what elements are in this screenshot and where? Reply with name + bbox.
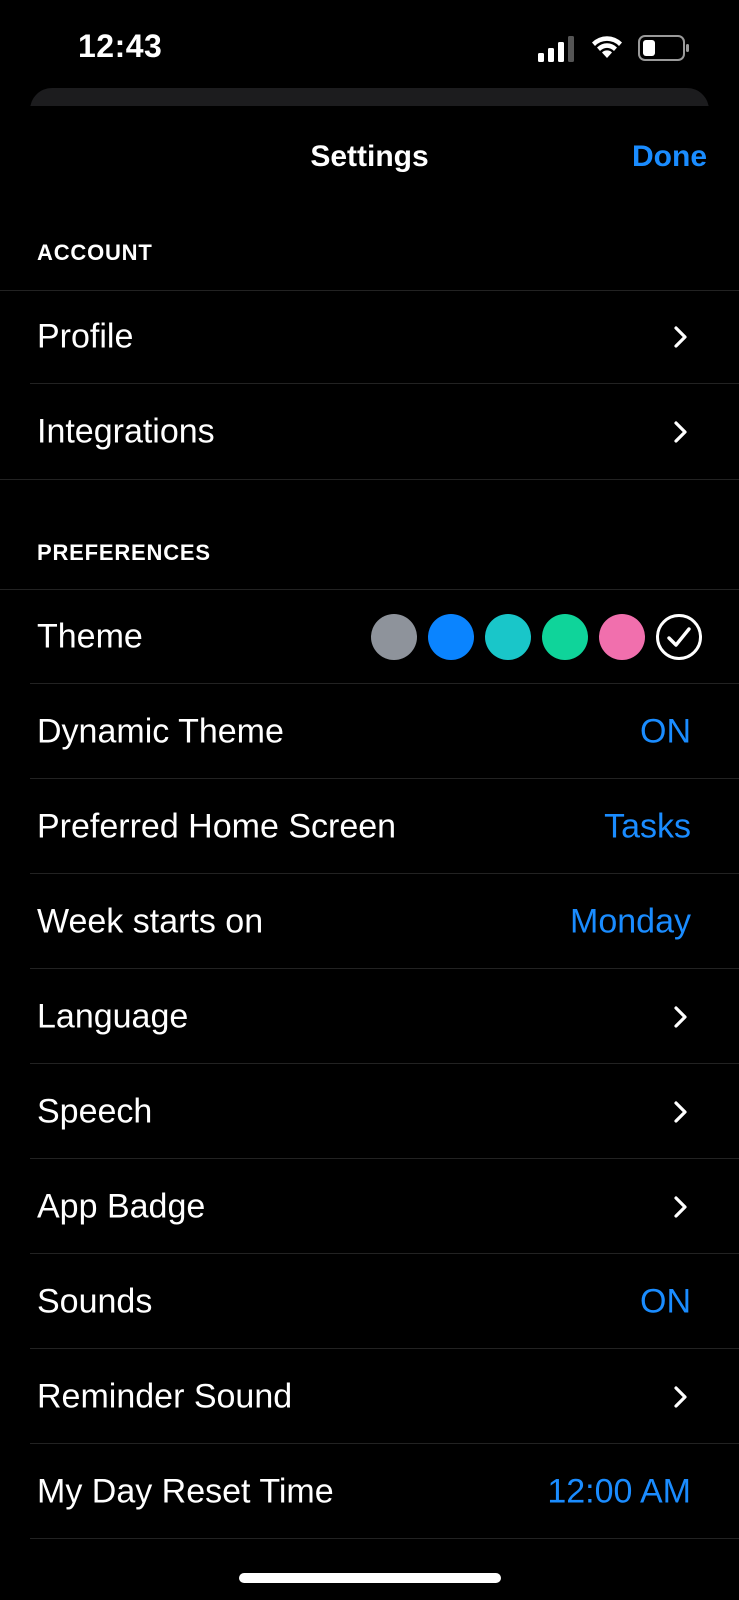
row-divider (30, 1443, 739, 1444)
chevron-right-icon (674, 1006, 687, 1028)
theme-swatches (371, 614, 711, 660)
home-indicator[interactable] (239, 1573, 501, 1583)
row-value: 12:00 AM (547, 1472, 691, 1511)
theme-swatch-selected[interactable] (656, 614, 702, 660)
row-label: App Badge (37, 1187, 206, 1226)
row-divider (30, 1538, 739, 1539)
row-label: Sounds (37, 1282, 153, 1321)
row-value: ON (640, 1282, 691, 1321)
done-button[interactable]: Done (632, 140, 707, 174)
theme-swatch-green[interactable] (542, 614, 588, 660)
signal-icon (538, 36, 574, 62)
theme-swatch-teal[interactable] (485, 614, 531, 660)
theme-swatch-blue[interactable] (428, 614, 474, 660)
section-header-account: ACCOUNT (37, 240, 153, 265)
row-speech[interactable]: Speech (0, 1065, 739, 1159)
row-preferred-home-screen[interactable]: Preferred Home Screen Tasks (0, 780, 739, 874)
row-week-starts-on[interactable]: Week starts on Monday (0, 875, 739, 969)
theme-swatch-pink[interactable] (599, 614, 645, 660)
chevron-right-icon (674, 1101, 687, 1123)
row-divider (30, 683, 739, 684)
row-value: Monday (570, 902, 691, 941)
row-value: Tasks (604, 807, 691, 846)
row-divider (30, 1253, 739, 1254)
checkmark-icon (667, 627, 691, 647)
chevron-right-icon (674, 326, 687, 348)
row-divider (30, 1063, 739, 1064)
section-header-preferences: PREFERENCES (37, 540, 211, 565)
row-divider (30, 1348, 739, 1349)
chevron-right-icon (674, 1386, 687, 1408)
theme-swatch-gray[interactable] (371, 614, 417, 660)
row-label: Theme (37, 617, 143, 656)
chevron-right-icon (674, 1196, 687, 1218)
section-divider (0, 479, 739, 480)
row-label: Profile (37, 317, 134, 356)
row-label: Speech (37, 1092, 153, 1131)
row-dynamic-theme[interactable]: Dynamic Theme ON (0, 685, 739, 779)
row-label: Reminder Sound (37, 1377, 293, 1416)
battery-icon (638, 35, 689, 61)
row-label: Dynamic Theme (37, 712, 284, 751)
row-label: Preferred Home Screen (37, 807, 397, 846)
row-label: Language (37, 997, 189, 1036)
wifi-icon (592, 36, 622, 58)
row-value: ON (640, 712, 691, 751)
row-divider (30, 383, 739, 384)
row-divider (30, 968, 739, 969)
row-app-badge[interactable]: App Badge (0, 1160, 739, 1254)
row-reminder-sound[interactable]: Reminder Sound (0, 1350, 739, 1444)
row-label: Week starts on (37, 902, 264, 941)
row-profile[interactable]: Profile (0, 290, 739, 384)
chevron-right-icon (674, 421, 687, 443)
row-divider (30, 873, 739, 874)
row-divider (30, 1158, 739, 1159)
row-label: My Day Reset Time (37, 1472, 334, 1511)
row-my-day-reset-time[interactable]: My Day Reset Time 12:00 AM (0, 1445, 739, 1539)
row-language[interactable]: Language (0, 970, 739, 1064)
row-integrations[interactable]: Integrations (0, 385, 739, 479)
row-divider (30, 778, 739, 779)
row-label: Integrations (37, 412, 215, 451)
row-theme: Theme (0, 590, 739, 684)
status-time: 12:43 (78, 28, 163, 64)
page-title: Settings (310, 140, 429, 173)
row-sounds[interactable]: Sounds ON (0, 1255, 739, 1349)
status-bar: 12:43 (0, 0, 739, 100)
